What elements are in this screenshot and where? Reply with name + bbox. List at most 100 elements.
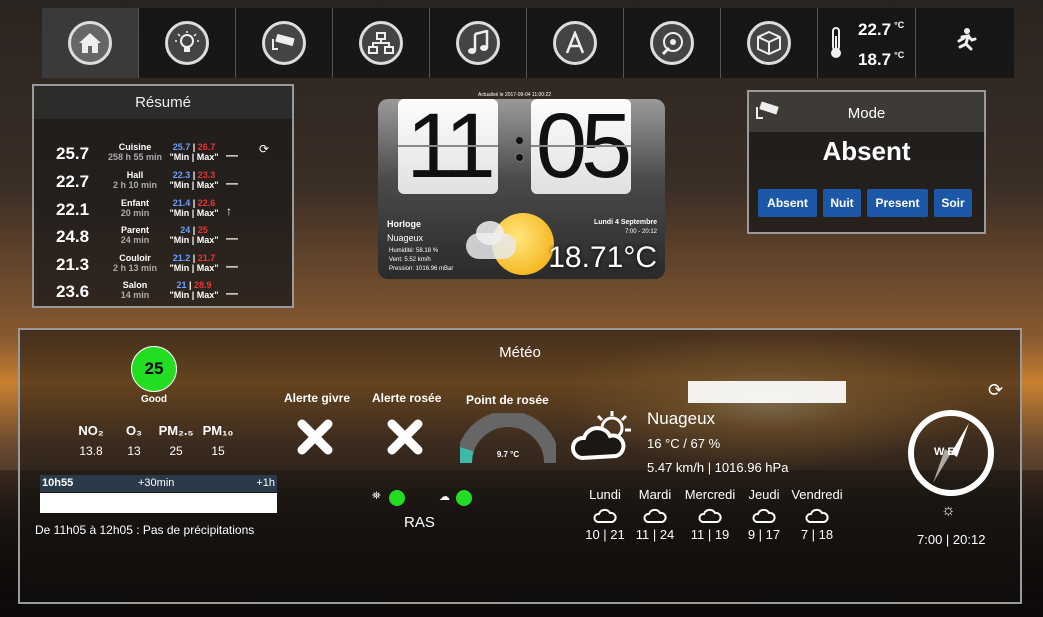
- forecast-day-name: Vendredi: [791, 487, 843, 502]
- rain-scale: 10h55 +30min +1h: [40, 475, 277, 492]
- room-duration: 2 h 13 min: [112, 263, 157, 273]
- room-max: 21.7: [197, 253, 216, 263]
- room-name: Hall: [126, 170, 144, 180]
- room-max: 26.7: [197, 142, 216, 152]
- room-max: 28.9: [194, 280, 212, 290]
- nav-network[interactable]: [333, 8, 430, 78]
- aqi-label: Good: [140, 394, 168, 405]
- network-icon: [359, 21, 403, 65]
- nav-temperatures[interactable]: 22.7 °C 18.7 °C: [818, 8, 916, 78]
- temp-top: 22.7: [858, 20, 892, 39]
- temp-top-unit: °C: [894, 20, 905, 31]
- aqi-value: 25: [144, 359, 164, 378]
- forecast-day-name: Mardi: [638, 487, 672, 502]
- pollutant-name: NO₂: [78, 423, 104, 438]
- clock-temperature: 18.71°C: [548, 241, 657, 274]
- weather-cloudy-icon: [568, 408, 634, 471]
- room-max: 22.6: [197, 198, 216, 208]
- dew-icon: ☁: [439, 491, 450, 503]
- nav-media[interactable]: [624, 8, 721, 78]
- compass-icon: WE: [907, 409, 995, 497]
- pollutant-name: PM₂.₅: [158, 423, 194, 438]
- pollutant-value: 15: [211, 444, 225, 458]
- pollutant: PM₂.₅ 25: [156, 423, 196, 458]
- aqi-badge: 25: [131, 346, 177, 392]
- pollutant-name: O₃: [125, 423, 143, 438]
- nav-package[interactable]: [721, 8, 818, 78]
- mode-button-soir[interactable]: Soir: [934, 189, 972, 217]
- resume-row: 25.7 Cuisine 258 h 55 min 25.7 | 26.7 "Min |…: [56, 142, 238, 163]
- running-person-icon: [952, 27, 978, 60]
- room-duration: 2 h 10 min: [112, 180, 157, 190]
- room-name: Cuisine: [118, 142, 152, 152]
- status-dot-green: [389, 490, 405, 506]
- minmax-label: "Min | Max": [169, 180, 219, 190]
- forecast-day: Mercredi 11 | 19: [680, 487, 740, 542]
- resume-panel: Résumé ⟳ 25.7 Cuisine 258 h 55 min 25.7 | 2…: [32, 84, 294, 308]
- clock-sun-times: 7:00 - 20:12: [624, 229, 657, 235]
- refresh-icon[interactable]: ⟳: [988, 380, 1003, 401]
- current-temp-humidity: 16 °C / 67 %: [647, 436, 721, 451]
- rain-scale-end: +1h: [256, 477, 275, 489]
- clock-separator: [515, 136, 525, 170]
- rain-scale-mid: +30min: [138, 477, 175, 489]
- clock-fold: [531, 145, 631, 147]
- dew-point-value: 9.7 °C: [496, 450, 520, 459]
- clock-humidity: Humidité: 58.18 %: [389, 248, 439, 254]
- letter-a-icon: [553, 21, 597, 65]
- mode-button-present[interactable]: Present: [867, 189, 928, 217]
- forecast-day: Mardi 11 | 24: [625, 487, 685, 542]
- forecast-weather-icon: [593, 505, 617, 530]
- nav-music[interactable]: [430, 8, 527, 78]
- top-navigation: 22.7 °C 18.7 °C: [42, 8, 1031, 78]
- forecast-day-name: Jeudi: [748, 487, 780, 502]
- pollutant-value: 13.8: [79, 444, 103, 458]
- status-dot-green: [456, 490, 472, 506]
- room-duration: 24 min: [120, 235, 150, 245]
- nav-presence[interactable]: [916, 8, 1014, 78]
- nav-lighting[interactable]: [139, 8, 236, 78]
- thermometer-icon: [828, 26, 844, 65]
- forecast-weather-icon: [805, 505, 829, 530]
- home-icon: [68, 21, 112, 65]
- dew-point-gauge: 9.7 °C: [456, 411, 560, 465]
- nav-automation[interactable]: [527, 8, 624, 78]
- pollutant-value: 13: [127, 444, 141, 458]
- resume-title: Résumé: [34, 86, 292, 119]
- room-max: 25: [197, 225, 208, 235]
- rain-bar: [40, 493, 277, 513]
- room-min: 22.3: [172, 170, 191, 180]
- mode-button-nuit[interactable]: Nuit: [823, 189, 861, 217]
- clock-minutes: 05: [531, 99, 632, 194]
- room-min: 21: [176, 280, 187, 290]
- mode-current: Absent: [822, 136, 911, 166]
- rain-text: De 11h05 à 12h05 : Pas de précipitations: [35, 523, 255, 537]
- lightbulb-icon: [165, 21, 209, 65]
- pollutant-value: 25: [169, 444, 183, 458]
- room-trend: —: [226, 176, 238, 190]
- mode-panel: Mode Absent Absent Nuit Present Soir: [747, 90, 986, 234]
- clock-pressure: Pression: 1016.96 mBar: [389, 266, 454, 272]
- room-trend: —: [226, 259, 238, 273]
- forecast-weather-icon: [698, 505, 722, 530]
- alerte-rosee-label: Alerte rosée: [372, 391, 442, 405]
- alerte-givre-label: Alerte givre: [284, 391, 351, 405]
- box-icon: [747, 21, 791, 65]
- meteo-panel: Météo 25 Good NO₂ 13.8 O₃ 13 PM₂.₅ 25 PM₁₀ 15 1…: [18, 328, 1022, 604]
- rain-scale-start: 10h55: [42, 477, 74, 489]
- forecast-weather-icon: [643, 505, 667, 530]
- room-duration: 258 h 55 min: [107, 152, 163, 162]
- room-min: 24: [180, 225, 191, 235]
- resume-row: 23.6 Salon 14 min 21 | 28.9 "Min | Max" —: [56, 280, 238, 301]
- nav-home[interactable]: [42, 8, 139, 78]
- camera-icon: [262, 21, 306, 65]
- point-rosee-label: Point de rosée: [466, 393, 549, 407]
- room-max: 23.3: [197, 170, 216, 180]
- pollutant: PM₁₀ 15: [198, 423, 238, 458]
- mode-button-absent[interactable]: Absent: [758, 189, 817, 217]
- room-trend: —: [226, 231, 238, 245]
- cross-icon: [386, 418, 424, 461]
- room-name: Couloir: [119, 253, 151, 263]
- clock-wind: Vent: 5.52 km/h: [389, 257, 431, 263]
- nav-cameras[interactable]: [236, 8, 333, 78]
